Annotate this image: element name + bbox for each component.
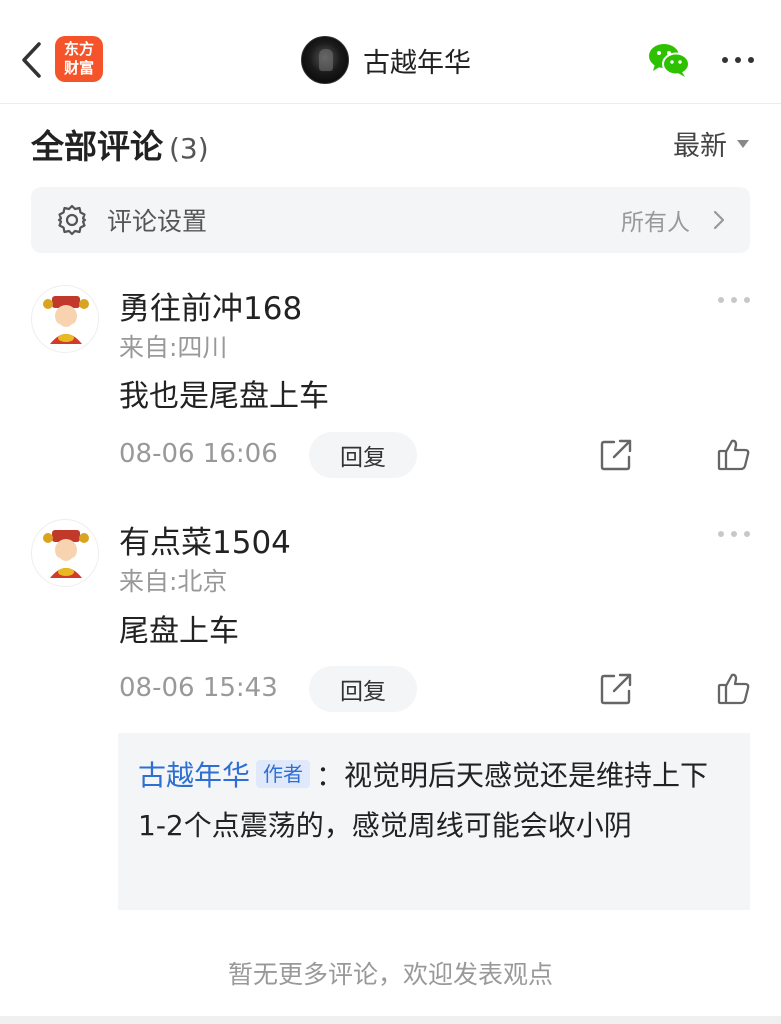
comment-settings-label: 评论设置 [107, 207, 208, 236]
comment-text: 我也是尾盘上车 [119, 379, 329, 414]
author-avatar [301, 36, 349, 84]
dot-icon [718, 531, 724, 537]
author-header[interactable]: 古越年华 [301, 36, 471, 84]
share-button[interactable] [598, 671, 634, 707]
caret-down-icon [737, 139, 749, 148]
reply-button[interactable]: 回复 [309, 432, 417, 478]
share-external-icon [600, 673, 632, 705]
dot-icon [744, 531, 750, 537]
comment-username[interactable]: 勇往前冲168 [119, 283, 302, 328]
reply-author-name[interactable]: 古越年华 [138, 759, 250, 792]
dot-icon [718, 297, 724, 303]
bottom-divider [0, 1016, 781, 1024]
top-bar: 东方 财富 古越年华 [0, 0, 781, 104]
sort-label: 最新 [673, 131, 727, 162]
dot-icon [744, 297, 750, 303]
dot-icon [735, 57, 741, 63]
user-avatar[interactable] [31, 285, 99, 353]
comment-time: 08-06 16:06 [119, 439, 278, 469]
user-avatar[interactable] [31, 519, 99, 587]
back-button[interactable] [14, 38, 48, 82]
chevron-right-icon [713, 210, 725, 230]
comment-settings-row[interactable]: 评论设置 所有人 [31, 187, 750, 253]
like-button[interactable] [716, 671, 752, 707]
author-name: 古越年华 [363, 47, 471, 79]
no-more-comments-note: 暂无更多评论，欢迎发表观点 [227, 960, 553, 989]
comment-location: 来自:四川 [119, 333, 228, 362]
thumbs-up-icon [717, 673, 750, 705]
thumbs-up-icon [717, 439, 750, 471]
wechat-icon [649, 44, 690, 77]
comment-location: 来自:北京 [119, 567, 228, 596]
dot-icon [731, 297, 737, 303]
caishen-avatar-icon [43, 530, 89, 578]
wechat-share-button[interactable] [648, 42, 690, 78]
comments-title-text: 全部评论 [31, 127, 163, 166]
app-logo[interactable]: 东方 财富 [55, 36, 103, 82]
author-badge: 作者 [256, 760, 311, 788]
reply-separator: ： [316, 759, 345, 792]
comment-time: 08-06 15:43 [119, 673, 278, 703]
dot-icon [731, 531, 737, 537]
dot-icon [748, 57, 754, 63]
like-button[interactable] [716, 437, 752, 473]
comments-title: 全部评论 (3) [31, 120, 209, 168]
more-menu-button[interactable] [718, 46, 758, 74]
chevron-left-icon [22, 42, 41, 78]
sort-dropdown[interactable]: 最新 [673, 124, 749, 163]
dot-icon [722, 57, 728, 63]
reply-button[interactable]: 回复 [309, 666, 417, 712]
comment-username[interactable]: 有点菜1504 [119, 517, 291, 562]
share-external-icon [600, 439, 632, 471]
comment-more-button[interactable] [718, 297, 750, 307]
comment-settings-value: 所有人 [621, 210, 690, 236]
gear-icon [57, 204, 87, 236]
caishen-avatar-icon [43, 296, 89, 344]
app-logo-line2: 财富 [63, 59, 94, 77]
comments-count: (3) [169, 132, 209, 165]
share-button[interactable] [598, 437, 634, 473]
comment-more-button[interactable] [718, 531, 750, 541]
app-logo-line1: 东方 [63, 40, 94, 58]
comment-text: 尾盘上车 [119, 614, 239, 649]
author-reply[interactable]: 古越年华 作者 ：视觉明后天感觉还是维持上下1-2个点震荡的，感觉周线可能会收小阴 [118, 733, 750, 910]
